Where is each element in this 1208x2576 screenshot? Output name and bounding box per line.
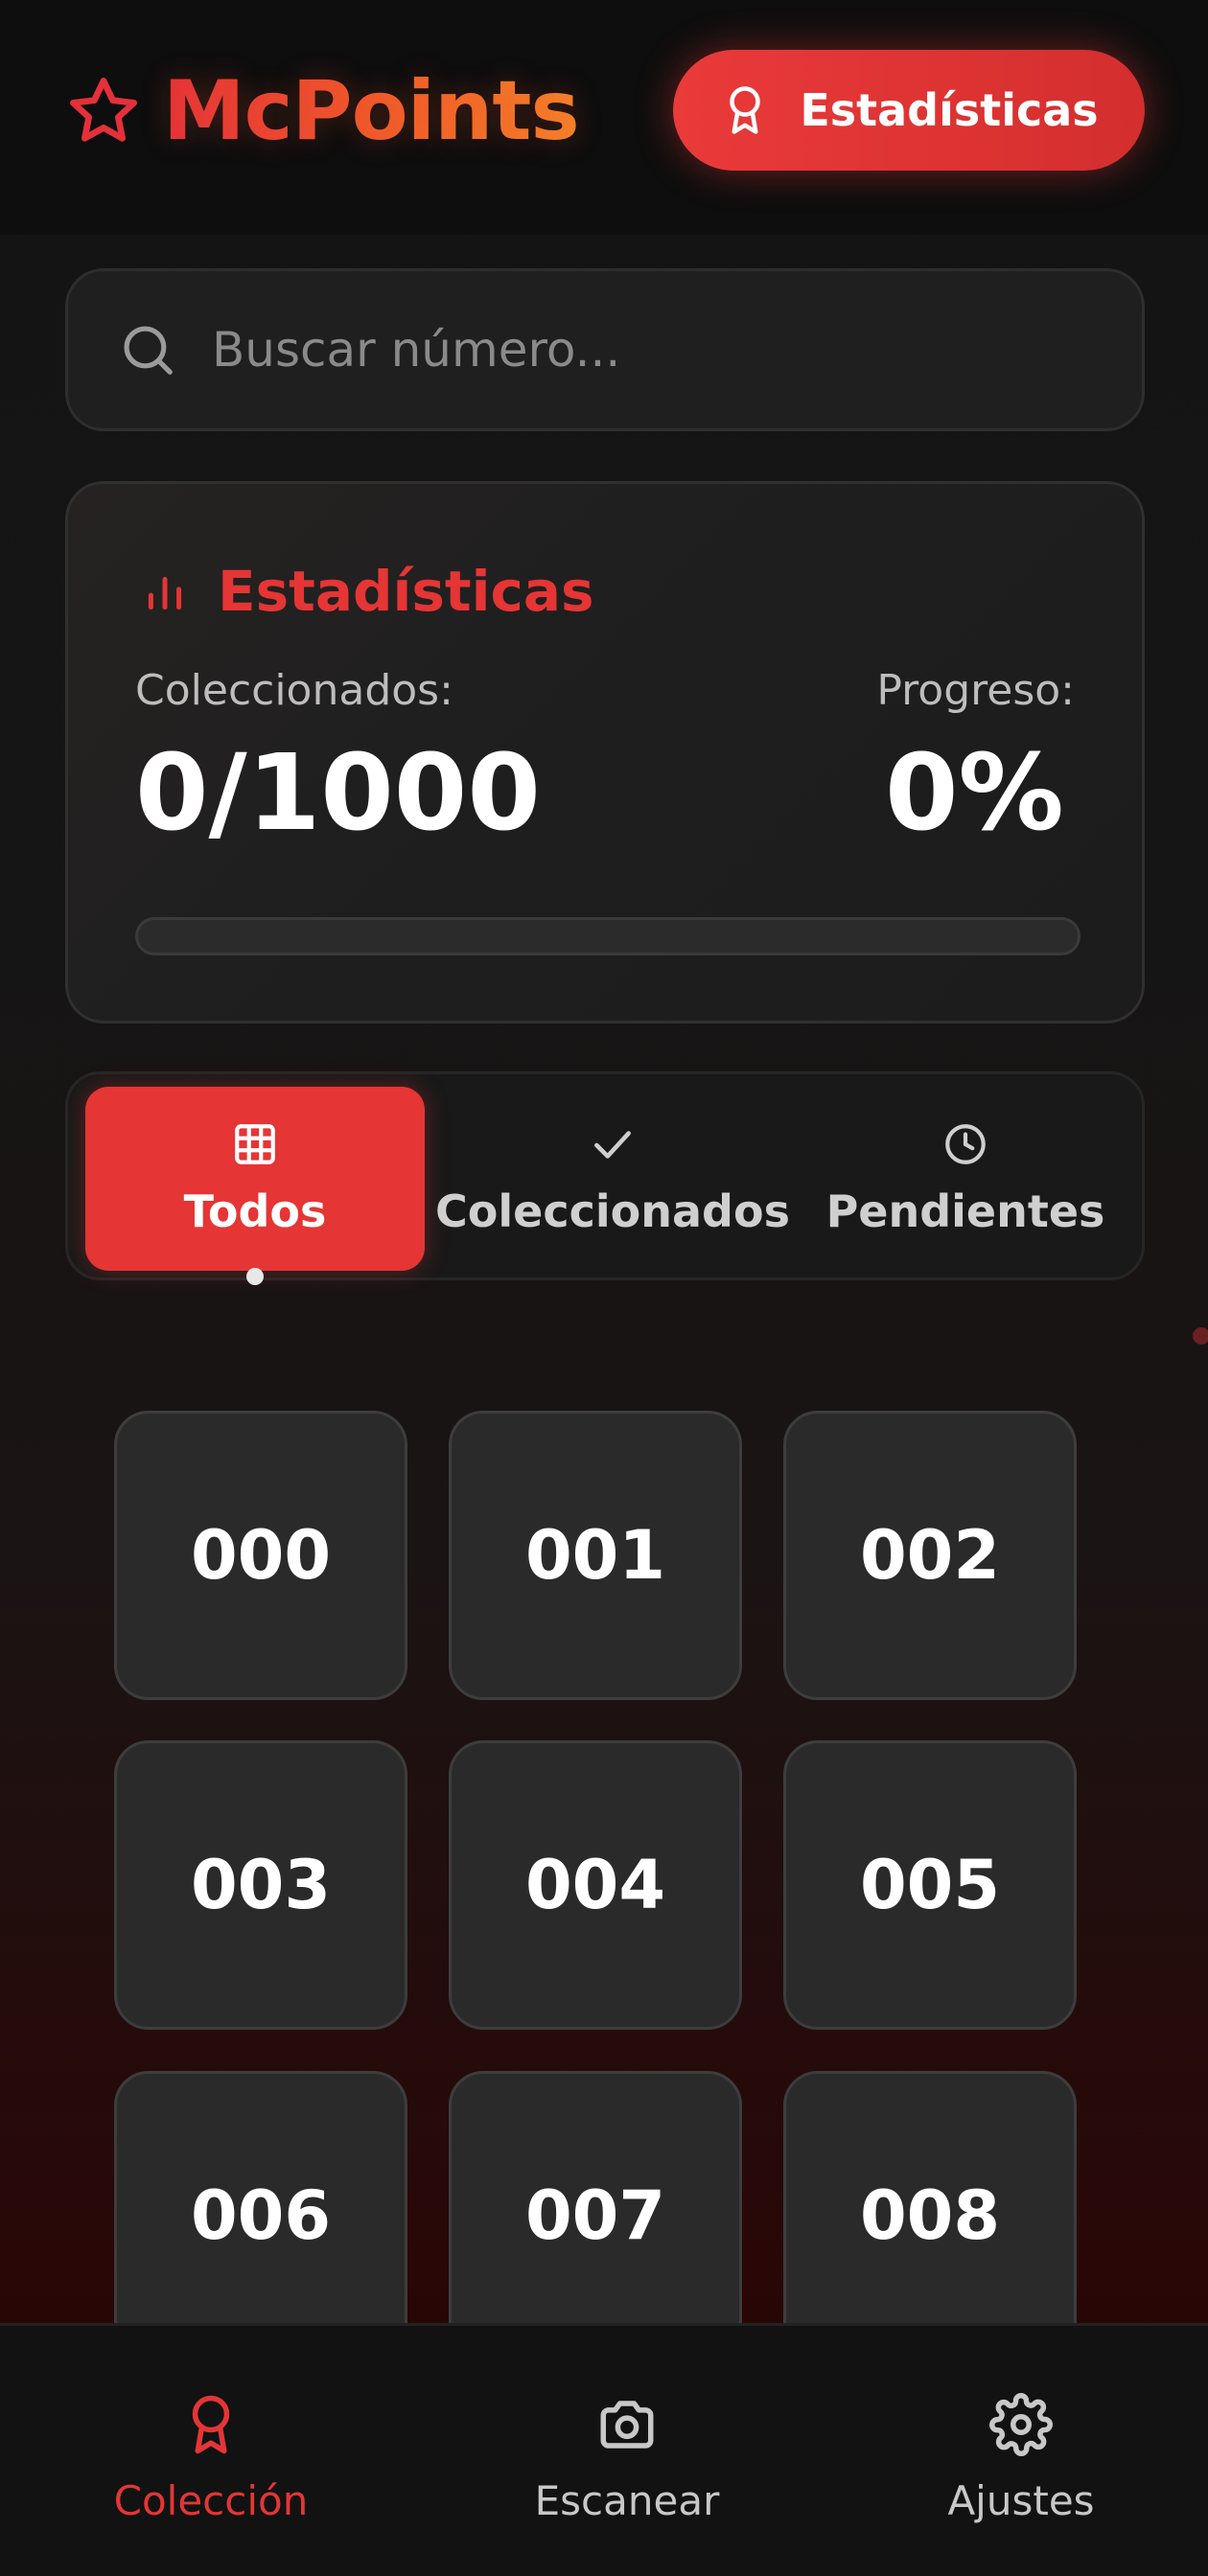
number-tile[interactable]: 008	[783, 2071, 1077, 2360]
nav-coleccion[interactable]: Colección	[67, 2393, 355, 2524]
tab-pendientes-label: Pendientes	[825, 1185, 1105, 1237]
number-tile[interactable]: 004	[449, 1740, 742, 2030]
award-icon	[192, 2395, 230, 2454]
brand-name: McPoints	[163, 63, 580, 159]
nav-ajustes-label: Ajustes	[947, 2477, 1095, 2524]
tab-todos[interactable]: Todos	[85, 1087, 425, 1271]
bottom-navigation: Colección Escanear Ajustes	[0, 2323, 1208, 2576]
nav-escanear[interactable]: Escanear	[483, 2393, 771, 2524]
tab-todos-label: Todos	[183, 1185, 327, 1237]
statistics-button[interactable]: Estadísticas	[673, 50, 1145, 171]
scroll-indicator	[1193, 1327, 1208, 1345]
camera-icon	[600, 2401, 654, 2449]
statistics-card: Estadísticas Coleccionados: Progreso: 0/…	[65, 481, 1145, 1024]
nav-ajustes[interactable]: Ajustes	[877, 2393, 1165, 2524]
number-tile[interactable]: 002	[783, 1411, 1077, 1700]
number-tile[interactable]: 006	[114, 2071, 407, 2360]
grid-icon	[235, 1124, 275, 1164]
number-tile[interactable]: 003	[114, 1740, 407, 2030]
active-tab-indicator	[246, 1268, 264, 1285]
nav-escanear-label: Escanear	[534, 2477, 720, 2524]
collected-label: Coleccionados:	[135, 666, 453, 715]
statistics-button-label: Estadísticas	[800, 84, 1099, 136]
search-icon	[124, 326, 173, 375]
gear-icon	[989, 2393, 1053, 2456]
star-icon	[70, 78, 138, 142]
progress-bar	[135, 917, 1080, 955]
tab-coleccionados-label: Coleccionados	[435, 1185, 790, 1237]
number-tile[interactable]: 007	[449, 2071, 742, 2360]
number-tile[interactable]: 001	[449, 1411, 742, 1700]
tab-coleccionados[interactable]: Coleccionados	[435, 1087, 790, 1271]
bar-chart-icon	[148, 577, 182, 610]
award-icon	[730, 86, 761, 134]
collected-value: 0/1000	[135, 731, 541, 854]
nav-coleccion-label: Colección	[113, 2477, 309, 2524]
progress-label: Progreso:	[876, 666, 1075, 715]
filter-tabs: Todos Coleccionados Pendientes	[65, 1071, 1145, 1285]
number-tile[interactable]: 005	[783, 1740, 1077, 2030]
search-input[interactable]	[212, 322, 1075, 378]
app-header: McPoints Estadísticas	[0, 0, 1208, 235]
statistics-card-header: Estadísticas	[141, 559, 594, 624]
progress-value: 0%	[885, 731, 1064, 854]
check-icon	[594, 1131, 631, 1159]
brand-logo: McPoints	[65, 63, 580, 159]
number-tile[interactable]: 000	[114, 1411, 407, 1700]
tab-pendientes[interactable]: Pendientes	[801, 1087, 1130, 1271]
clock-icon	[945, 1124, 986, 1164]
search-bar	[65, 268, 1145, 431]
statistics-card-title: Estadísticas	[218, 559, 594, 624]
